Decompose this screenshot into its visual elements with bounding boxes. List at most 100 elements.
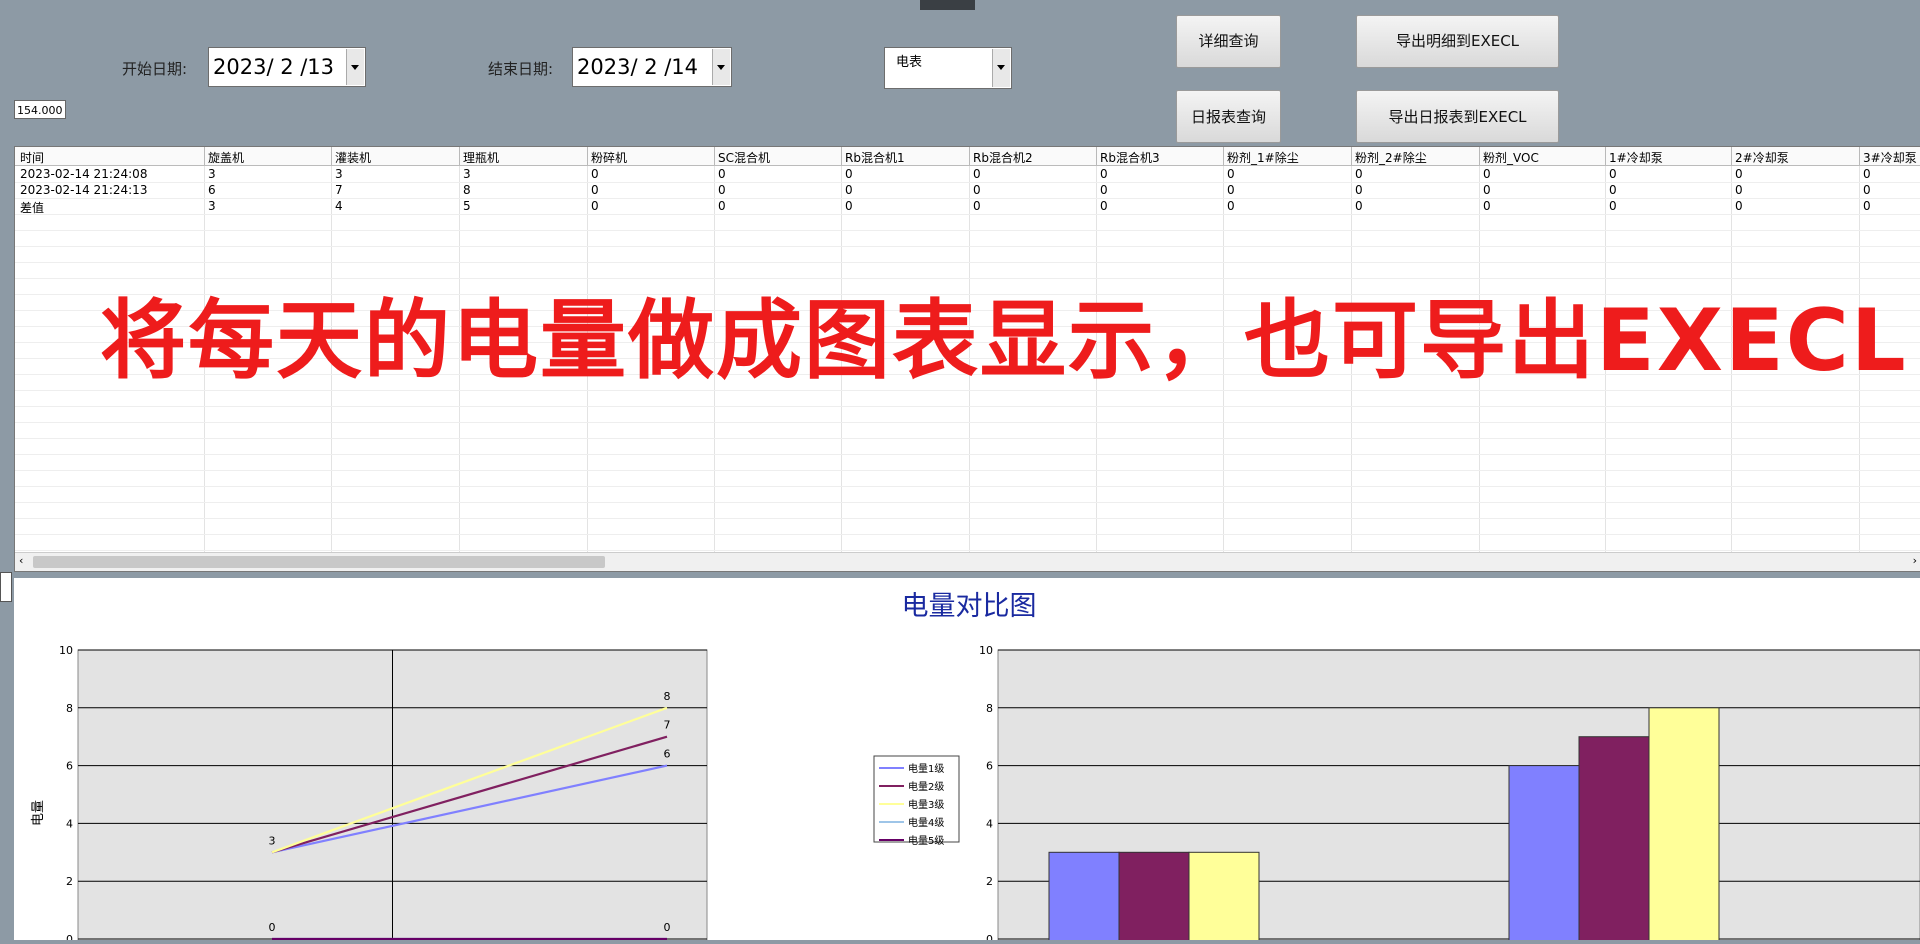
chevron-down-icon[interactable]: [346, 49, 364, 85]
table-cell[interactable]: 3: [208, 167, 216, 181]
table-cell[interactable]: 8: [463, 183, 471, 197]
table-cell[interactable]: 0: [845, 199, 853, 213]
table-cell[interactable]: 0: [1355, 183, 1363, 197]
table-cell[interactable]: 0: [1355, 199, 1363, 213]
table-cell[interactable]: 0: [1735, 199, 1743, 213]
table-cell[interactable]: 0: [1100, 167, 1108, 181]
column-divider[interactable]: [1096, 147, 1097, 165]
end-date-picker[interactable]: 2023/ 2 /14: [572, 47, 732, 87]
column-header[interactable]: Rb混合机1: [845, 149, 905, 166]
scroll-left-icon[interactable]: ‹: [19, 554, 23, 567]
scroll-right-icon[interactable]: ›: [1913, 554, 1917, 567]
table-cell[interactable]: 0: [1227, 183, 1235, 197]
table-cell[interactable]: 0: [1609, 167, 1617, 181]
column-divider[interactable]: [1351, 147, 1352, 165]
table-cell[interactable]: 0: [973, 199, 981, 213]
grid-row-line: [15, 198, 1920, 199]
legend-label: 电量5级: [908, 834, 944, 847]
table-cell[interactable]: 0: [1100, 199, 1108, 213]
column-divider[interactable]: [587, 147, 588, 165]
column-header[interactable]: 粉剂_2#除尘: [1355, 149, 1427, 166]
column-header[interactable]: 粉剂_VOC: [1483, 149, 1539, 166]
table-cell[interactable]: 0: [718, 183, 726, 197]
column-divider[interactable]: [331, 147, 332, 165]
table-cell[interactable]: 0: [1609, 199, 1617, 213]
bar-mark: [1648, 707, 1720, 944]
table-cell[interactable]: 7: [335, 183, 343, 197]
table-cell[interactable]: 0: [1483, 183, 1491, 197]
chevron-down-icon[interactable]: [712, 49, 730, 85]
column-header[interactable]: 粉剂_1#除尘: [1227, 149, 1299, 166]
column-header[interactable]: Rb混合机2: [973, 149, 1033, 166]
column-divider[interactable]: [1731, 147, 1732, 165]
column-header[interactable]: 理瓶机: [463, 149, 499, 166]
table-cell[interactable]: 0: [1355, 167, 1363, 181]
table-cell[interactable]: 0: [1863, 199, 1871, 213]
table-cell[interactable]: 0: [591, 199, 599, 213]
start-date-picker[interactable]: 2023/ 2 /13: [208, 47, 366, 87]
table-cell[interactable]: 0: [1483, 167, 1491, 181]
table-cell[interactable]: 0: [1863, 167, 1871, 181]
column-header[interactable]: 粉碎机: [591, 149, 627, 166]
table-cell[interactable]: 6: [208, 183, 216, 197]
table-cell[interactable]: 0: [591, 183, 599, 197]
chevron-down-icon[interactable]: [992, 49, 1010, 87]
column-header[interactable]: 1#冷却泵: [1609, 149, 1663, 166]
column-header[interactable]: 时间: [20, 149, 44, 166]
table-cell[interactable]: 0: [973, 167, 981, 181]
scrollbar-thumb[interactable]: [33, 556, 605, 568]
table-cell[interactable]: 0: [845, 183, 853, 197]
column-divider[interactable]: [459, 147, 460, 165]
export-detail-button[interactable]: 导出明细到EXECL: [1356, 15, 1559, 68]
column-header[interactable]: 2#冷却泵: [1735, 149, 1789, 166]
table-cell[interactable]: 0: [1483, 199, 1491, 213]
table-cell[interactable]: 4: [335, 199, 343, 213]
table-cell[interactable]: 0: [1100, 183, 1108, 197]
column-divider[interactable]: [1479, 147, 1480, 165]
table-cell[interactable]: 0: [1863, 183, 1871, 197]
table-cell[interactable]: 0: [1227, 167, 1235, 181]
table-cell[interactable]: 0: [591, 167, 599, 181]
splitter-handle[interactable]: [0, 572, 12, 602]
table-cell[interactable]: 5: [463, 199, 471, 213]
column-divider[interactable]: [204, 147, 205, 165]
table-cell[interactable]: 0: [1735, 183, 1743, 197]
bar-y-tick-label: 0: [986, 933, 993, 940]
table-cell[interactable]: 2023-02-14 21:24:08: [20, 167, 147, 181]
column-divider[interactable]: [841, 147, 842, 165]
column-header[interactable]: 3#冷却泵: [1863, 149, 1917, 166]
start-date-value: 2023/ 2 /13: [213, 55, 335, 79]
column-divider[interactable]: [969, 147, 970, 165]
value-box[interactable]: 154.000: [14, 100, 66, 119]
table-cell[interactable]: 0: [1227, 199, 1235, 213]
table-cell[interactable]: 0: [718, 199, 726, 213]
end-date-label: 结束日期:: [488, 60, 554, 78]
chart-svg: 电量对比图 0 2 4 6 8 10 电量 3 0 8 7 6 0 电量1级电量2级电量3级电量4级电量5…: [31, 591, 1920, 944]
top-tab-handle[interactable]: [920, 0, 975, 10]
table-cell[interactable]: 0: [845, 167, 853, 181]
column-header[interactable]: Rb混合机3: [1100, 149, 1160, 166]
column-divider[interactable]: [1605, 147, 1606, 165]
table-cell[interactable]: 3: [335, 167, 343, 181]
column-divider[interactable]: [1859, 147, 1860, 165]
daily-report-query-button[interactable]: 日报表查询: [1176, 90, 1281, 143]
table-cell[interactable]: 0: [1735, 167, 1743, 181]
table-cell[interactable]: 差值: [20, 199, 44, 216]
column-header[interactable]: 灌装机: [335, 149, 371, 166]
grid-row-line: [15, 214, 1920, 215]
table-cell[interactable]: 3: [463, 167, 471, 181]
column-header[interactable]: SC混合机: [718, 149, 770, 166]
horizontal-scrollbar[interactable]: ‹ ›: [15, 552, 1920, 571]
table-cell[interactable]: 0: [718, 167, 726, 181]
table-cell[interactable]: 0: [973, 183, 981, 197]
table-cell[interactable]: 3: [208, 199, 216, 213]
grid-row-line: [15, 518, 1920, 519]
export-daily-report-button[interactable]: 导出日报表到EXECL: [1356, 90, 1559, 143]
table-cell[interactable]: 2023-02-14 21:24:13: [20, 183, 147, 197]
column-divider[interactable]: [1223, 147, 1224, 165]
column-divider[interactable]: [714, 147, 715, 165]
detail-query-button[interactable]: 详细查询: [1176, 15, 1281, 68]
meter-select[interactable]: 电表: [884, 47, 1012, 89]
column-header[interactable]: 旋盖机: [208, 149, 244, 166]
table-cell[interactable]: 0: [1609, 183, 1617, 197]
